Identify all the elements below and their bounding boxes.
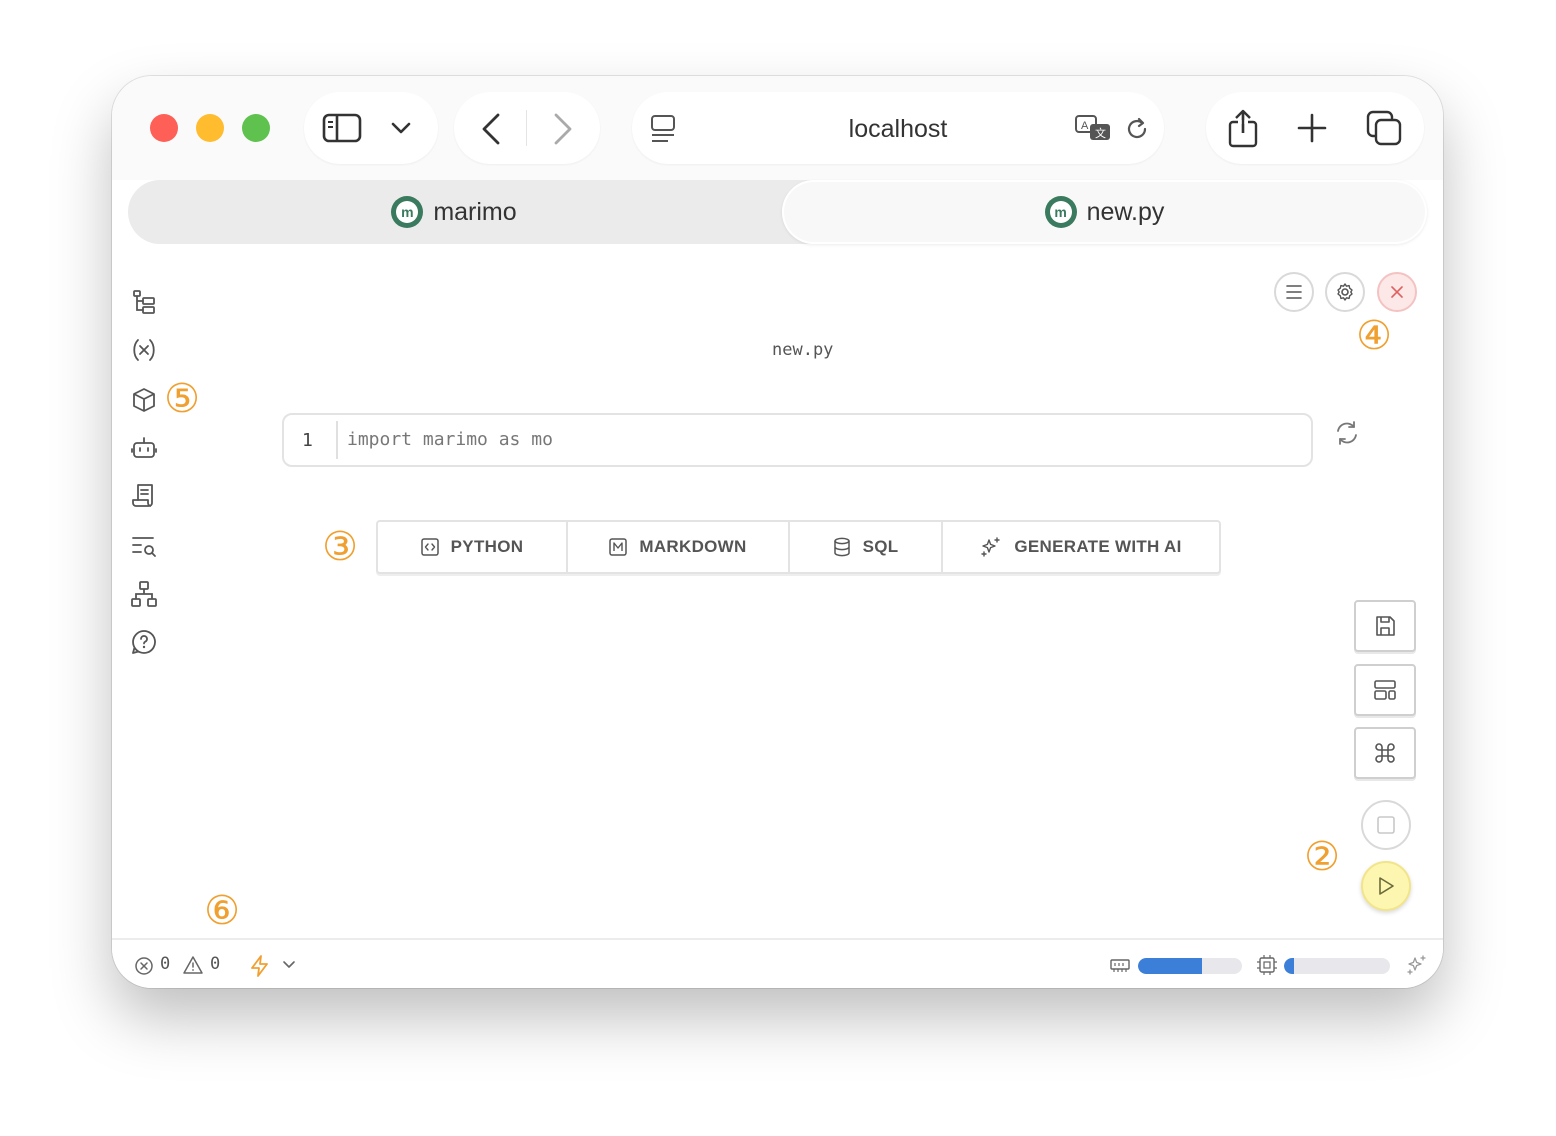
- line-number: 1: [302, 430, 313, 451]
- lightning-icon[interactable]: [248, 954, 272, 978]
- layout-button[interactable]: [1354, 664, 1416, 716]
- save-icon: [1376, 616, 1395, 636]
- packages-icon[interactable]: [130, 386, 158, 414]
- layout-icon: [1374, 680, 1396, 700]
- add-cell-label: SQL: [862, 537, 899, 556]
- browser-toolbar: localhost A 文: [112, 76, 1443, 180]
- notebook-filename[interactable]: new.py: [772, 340, 833, 360]
- chevron-down-icon[interactable]: [282, 960, 296, 970]
- markdown-icon: [609, 538, 628, 556]
- sparkles-icon: [981, 537, 1001, 557]
- settings-button[interactable]: [1325, 272, 1365, 312]
- code-icon: [420, 538, 439, 556]
- add-sql-cell-button[interactable]: SQL: [790, 522, 943, 572]
- nav-divider: [526, 110, 527, 146]
- stop-icon: [1377, 816, 1395, 834]
- memory-icon: [1110, 959, 1130, 972]
- menu-icon: [1286, 285, 1302, 299]
- browser-actions: [1206, 92, 1424, 164]
- sidebar-toggle-icon[interactable]: [322, 112, 362, 144]
- add-python-cell-button[interactable]: PYTHON: [378, 522, 568, 572]
- svg-text:文: 文: [1095, 126, 1106, 140]
- gear-icon: [1337, 283, 1353, 301]
- warning-count: 0: [210, 954, 221, 974]
- search-list-icon[interactable]: [130, 532, 158, 560]
- tab-bar: m marimo m new.py: [128, 180, 1427, 244]
- error-icon[interactable]: [134, 956, 154, 976]
- cpu-usage-bar: [1284, 958, 1390, 974]
- annotation-add-cell: ③: [322, 524, 358, 570]
- database-icon: [833, 537, 850, 557]
- back-icon[interactable]: [480, 112, 502, 146]
- add-cell-label: MARKDOWN: [639, 537, 747, 556]
- chevron-down-icon[interactable]: [390, 120, 412, 136]
- help-icon[interactable]: [130, 628, 158, 656]
- cpu-usage-fill: [1284, 958, 1294, 974]
- add-markdown-cell-button[interactable]: MARKDOWN: [568, 522, 790, 572]
- run-button[interactable]: [1361, 861, 1411, 911]
- notebook-menu-button[interactable]: [1274, 272, 1314, 312]
- navigation-group: [454, 92, 600, 164]
- marimo-logo-icon: m: [391, 196, 424, 228]
- error-count: 0: [160, 954, 171, 974]
- tab-label: new.py: [1086, 197, 1165, 226]
- annotation-top-menu: ④: [1356, 313, 1392, 359]
- add-cell-bar: PYTHON MARKDOWN SQL GENERATE WITH AI: [376, 520, 1221, 574]
- refresh-icon[interactable]: [1334, 420, 1360, 446]
- status-footer: 0 0: [112, 938, 1443, 988]
- add-cell-label: GENERATE WITH AI: [1014, 537, 1182, 556]
- ai-assistant-icon[interactable]: [130, 434, 158, 462]
- dependency-graph-icon[interactable]: [130, 580, 158, 608]
- gutter-divider: [336, 421, 338, 459]
- forward-icon[interactable]: [552, 112, 574, 146]
- cpu-icon: [1257, 955, 1277, 975]
- zoom-window-button[interactable]: [242, 114, 270, 142]
- warning-icon[interactable]: [182, 955, 204, 975]
- share-icon[interactable]: [1226, 108, 1260, 148]
- interrupt-button[interactable]: [1361, 800, 1411, 850]
- add-cell-label: PYTHON: [450, 537, 524, 556]
- annotation-run: ②: [1304, 834, 1340, 880]
- generate-with-ai-button[interactable]: GENERATE WITH AI: [943, 522, 1219, 572]
- sparkles-icon[interactable]: [1406, 954, 1428, 976]
- minimize-window-button[interactable]: [196, 114, 224, 142]
- save-button[interactable]: [1354, 600, 1416, 652]
- tab-new-py[interactable]: m new.py: [782, 180, 1427, 244]
- memory-usage-fill: [1138, 958, 1203, 974]
- tab-marimo[interactable]: m marimo: [128, 180, 780, 244]
- new-tab-icon[interactable]: [1296, 112, 1328, 144]
- reload-icon[interactable]: [1124, 116, 1150, 142]
- code-cell[interactable]: 1 import marimo as mo: [282, 413, 1313, 467]
- command-palette-button[interactable]: [1354, 727, 1416, 779]
- browser-window: localhost A 文 m marimo m new.py ⑤ ③ ④ ② …: [112, 76, 1443, 988]
- play-icon: [1379, 877, 1394, 895]
- file-tree-icon[interactable]: [130, 288, 158, 316]
- logs-icon[interactable]: [130, 482, 158, 510]
- memory-usage-bar: [1138, 958, 1242, 974]
- address-bar[interactable]: localhost A 文: [632, 92, 1164, 164]
- translate-icon[interactable]: A 文: [1074, 114, 1114, 144]
- close-window-button[interactable]: [150, 114, 178, 142]
- annotation-sidebar: ⑤: [164, 376, 200, 422]
- code-editor[interactable]: import marimo as mo: [347, 429, 553, 450]
- variables-icon[interactable]: [130, 336, 158, 364]
- sidebar-toggle-group: [304, 92, 438, 164]
- svg-text:A: A: [1081, 120, 1089, 132]
- annotation-footer: ⑥: [204, 888, 240, 934]
- command-icon: [1375, 743, 1395, 763]
- marimo-logo-icon: m: [1044, 196, 1077, 228]
- shutdown-button[interactable]: [1377, 272, 1417, 312]
- tab-overview-icon[interactable]: [1366, 110, 1404, 148]
- tab-label: marimo: [433, 197, 517, 226]
- close-icon: [1391, 286, 1403, 298]
